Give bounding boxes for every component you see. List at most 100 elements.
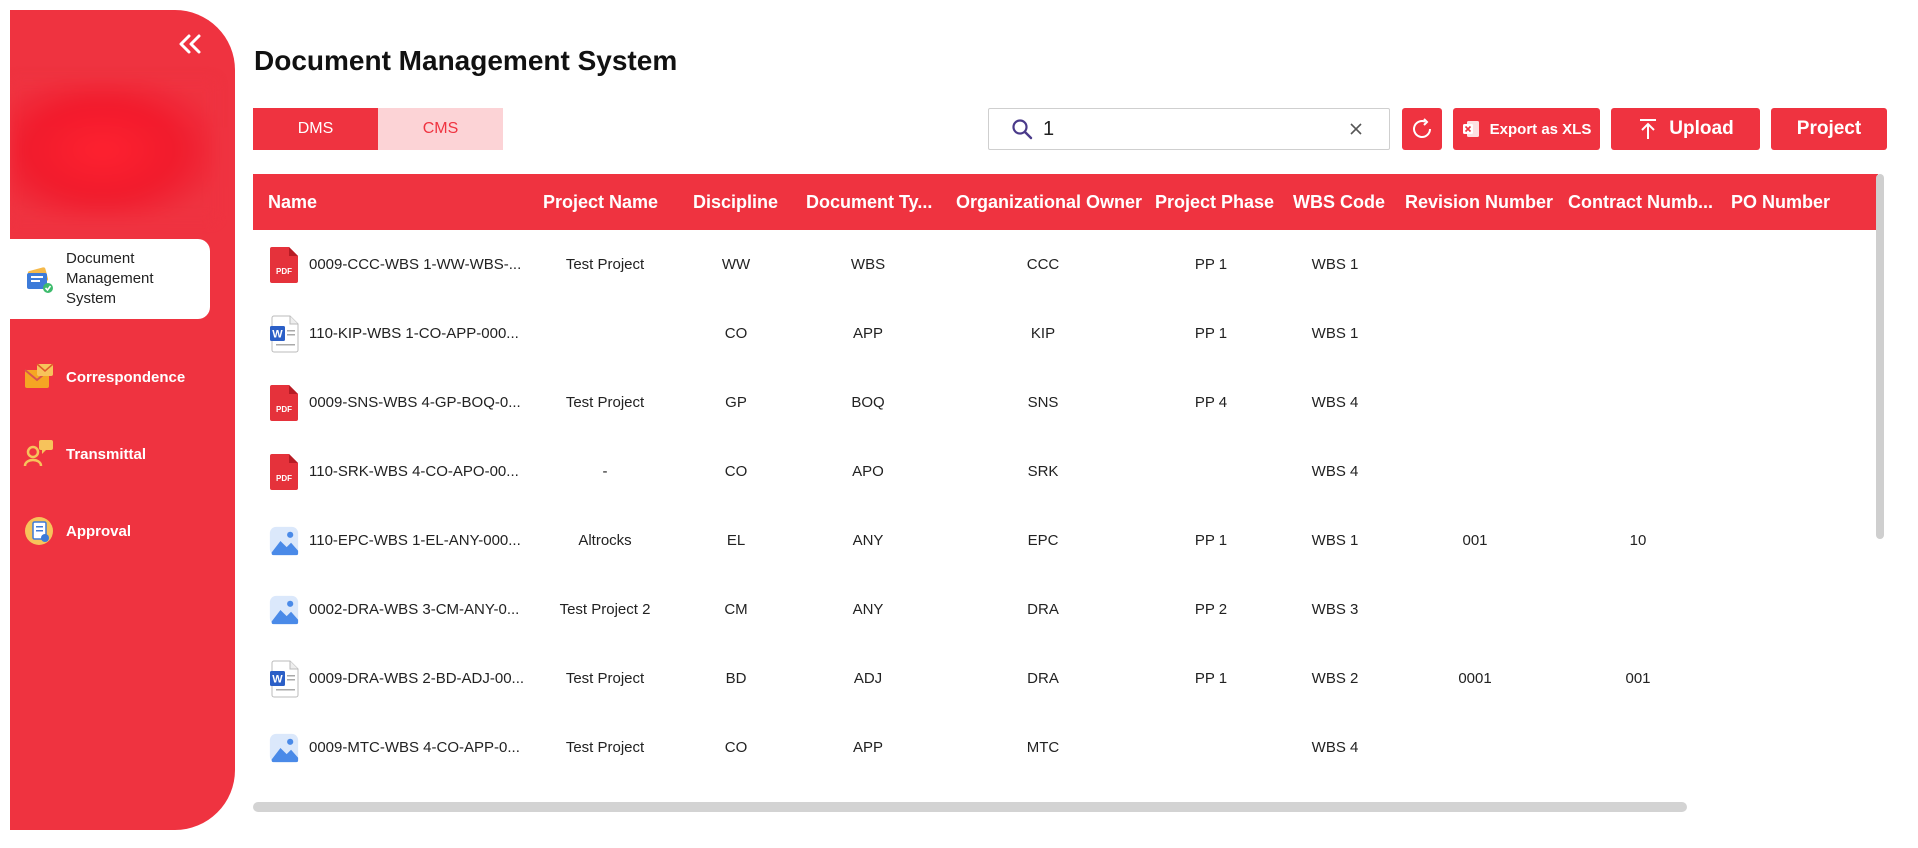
- table-row[interactable]: PDF 0009-SNS-WBS 4-GP-BOQ-0... Test Projec…: [253, 368, 1878, 437]
- image-file-icon: [269, 522, 299, 560]
- column-header-contract-number[interactable]: Contract Numb...: [1568, 174, 1713, 230]
- cell-wbs: WBS 2: [1311, 670, 1359, 687]
- cell-phase: PP 4: [1194, 394, 1228, 411]
- cell-phase: PP 1: [1194, 532, 1228, 549]
- cell-revision: [1400, 713, 1550, 782]
- svg-text:W: W: [272, 328, 283, 340]
- cell-name: 0009-MTC-WBS 4-CO-APP-0...: [253, 713, 520, 782]
- table-row[interactable]: PDF 110-SRK-WBS 4-CO-APO-00... - CO APO SRK WB…: [253, 437, 1878, 506]
- sidebar-item-label: Correspondence: [66, 368, 186, 386]
- cell-discipline: WW: [721, 256, 751, 273]
- table-row[interactable]: W 0009-DRA-WBS 2-BD-ADJ-00... Test Project…: [253, 644, 1878, 713]
- sidebar-item-document-management[interactable]: Document Management System: [10, 239, 210, 319]
- file-name[interactable]: 0002-DRA-WBS 3-CM-ANY-0...: [309, 601, 519, 618]
- transmittal-icon: [22, 437, 56, 471]
- image-file-icon: [269, 729, 299, 767]
- cell-po: [1728, 230, 1858, 299]
- cell-owner: KIP: [1030, 325, 1056, 342]
- sidebar-item-transmittal[interactable]: Transmittal: [10, 432, 210, 476]
- column-header-project-name[interactable]: Project Name: [543, 174, 658, 230]
- cell-discipline: CM: [724, 601, 748, 618]
- cell-discipline: EL: [726, 532, 746, 549]
- tab-dms[interactable]: DMS: [253, 108, 378, 150]
- sidebar-item-label: Transmittal: [66, 445, 147, 463]
- cell-doctype: ADJ: [853, 670, 883, 687]
- table-row[interactable]: 110-EPC-WBS 1-EL-ANY-000... Altrocks EL ANY…: [253, 506, 1878, 575]
- cell-wbs: WBS 1: [1311, 256, 1359, 273]
- cell-contract: [1563, 230, 1713, 299]
- cell-wbs: WBS 1: [1311, 532, 1359, 549]
- column-header-discipline[interactable]: Discipline: [693, 174, 778, 230]
- column-header-organizational-owner[interactable]: Organizational Owner: [956, 174, 1142, 230]
- search-box: [988, 108, 1390, 150]
- vertical-scrollbar[interactable]: [1876, 174, 1884, 539]
- file-name[interactable]: 0009-DRA-WBS 2-BD-ADJ-00...: [309, 670, 524, 687]
- table-header: Name Project Name Discipline Document Ty…: [253, 174, 1878, 230]
- cell-project: Test Project: [565, 739, 645, 756]
- cell-wbs: WBS 4: [1311, 463, 1359, 480]
- correspondence-icon: [22, 360, 56, 394]
- table-row[interactable]: W 110-KIP-WBS 1-CO-APP-000... CO APP KIP PP 1…: [253, 299, 1878, 368]
- refresh-button[interactable]: [1402, 108, 1442, 150]
- file-name[interactable]: 110-EPC-WBS 1-EL-ANY-000...: [309, 532, 521, 549]
- cell-doctype: APP: [852, 325, 883, 342]
- cell-project: Test Project: [565, 256, 645, 273]
- column-header-wbs-code[interactable]: WBS Code: [1293, 174, 1385, 230]
- cell-phase: PP 1: [1194, 670, 1228, 687]
- svg-text:PDF: PDF: [276, 405, 292, 414]
- tab-cms[interactable]: CMS: [378, 108, 503, 150]
- export-xls-button[interactable]: Export as XLS: [1453, 108, 1600, 150]
- company-logo: [10, 80, 215, 220]
- column-header-name[interactable]: Name: [268, 174, 317, 230]
- upload-button[interactable]: Upload: [1611, 108, 1760, 150]
- cell-contract: [1563, 437, 1713, 506]
- sidebar-item-approval[interactable]: Approval: [10, 509, 210, 553]
- sidebar-item-correspondence[interactable]: Correspondence: [10, 355, 210, 399]
- cell-wbs: WBS 3: [1311, 601, 1359, 618]
- column-header-document-type[interactable]: Document Ty...: [806, 174, 932, 230]
- file-name[interactable]: 110-SRK-WBS 4-CO-APO-00...: [309, 463, 519, 480]
- file-name[interactable]: 0009-SNS-WBS 4-GP-BOQ-0...: [309, 394, 521, 411]
- file-name[interactable]: 0009-MTC-WBS 4-CO-APP-0...: [309, 739, 520, 756]
- cell-name: 110-EPC-WBS 1-EL-ANY-000...: [253, 506, 521, 575]
- project-button[interactable]: Project: [1771, 108, 1887, 150]
- upload-label: Upload: [1669, 118, 1734, 139]
- cell-discipline: CO: [724, 739, 748, 756]
- pdf-file-icon: PDF: [269, 384, 299, 422]
- file-name[interactable]: 0009-CCC-WBS 1-WW-WBS-...: [309, 256, 521, 273]
- search-icon: [1009, 116, 1035, 142]
- cell-name: PDF 0009-SNS-WBS 4-GP-BOQ-0...: [253, 368, 521, 437]
- excel-icon: [1462, 120, 1480, 138]
- cell-revision: [1400, 437, 1550, 506]
- cell-revision: [1400, 299, 1550, 368]
- cell-owner: DRA: [1027, 601, 1059, 618]
- cell-owner: DRA: [1027, 670, 1059, 687]
- svg-text:PDF: PDF: [276, 267, 292, 276]
- file-name[interactable]: 110-KIP-WBS 1-CO-APP-000...: [309, 325, 519, 342]
- cell-doctype: BOQ: [851, 394, 885, 411]
- cell-name: 0002-DRA-WBS 3-CM-ANY-0...: [253, 575, 519, 644]
- column-header-revision-number[interactable]: Revision Number: [1405, 174, 1553, 230]
- clear-search-icon[interactable]: [1345, 118, 1367, 140]
- cell-owner: CCC: [1026, 256, 1060, 273]
- horizontal-scrollbar[interactable]: [253, 802, 1687, 812]
- cell-owner: SNS: [1027, 394, 1059, 411]
- cell-project: Test Project: [565, 394, 645, 411]
- image-file-icon: [269, 591, 299, 629]
- table-row[interactable]: 0002-DRA-WBS 3-CM-ANY-0... Test Project 2…: [253, 575, 1878, 644]
- column-header-po-number[interactable]: PO Number: [1731, 174, 1830, 230]
- cell-phase: PP 1: [1194, 256, 1228, 273]
- search-input[interactable]: [1043, 117, 1343, 141]
- cell-owner: MTC: [1026, 739, 1060, 756]
- cell-doctype: APP: [852, 739, 883, 756]
- table-row[interactable]: PDF 0009-CCC-WBS 1-WW-WBS-... Test Project…: [253, 230, 1878, 299]
- column-header-project-phase[interactable]: Project Phase: [1155, 174, 1274, 230]
- cell-phase: [1151, 713, 1271, 782]
- cell-contract: [1563, 575, 1713, 644]
- cell-contract: [1563, 368, 1713, 437]
- table-row[interactable]: 0009-MTC-WBS 4-CO-APP-0... Test Project CO…: [253, 713, 1878, 782]
- cell-contract: 10: [1629, 532, 1647, 549]
- sidebar: Document Management System Correspondenc…: [10, 10, 235, 830]
- collapse-sidebar-button[interactable]: [170, 28, 210, 60]
- double-chevron-left-icon: [179, 34, 201, 54]
